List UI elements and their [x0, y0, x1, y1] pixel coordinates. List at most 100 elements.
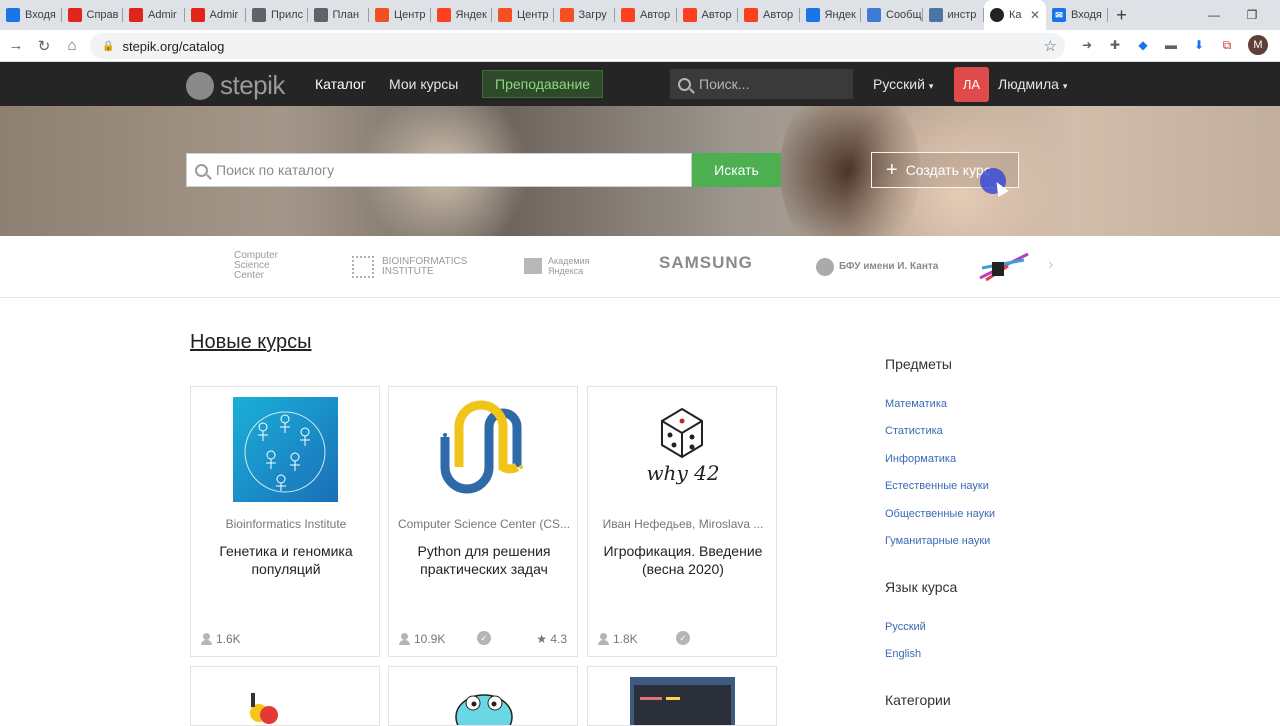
chevron-down-icon: ▾ — [928, 81, 934, 91]
puzzle-icon[interactable]: ✚ — [1106, 36, 1124, 54]
course-thumbnail — [233, 397, 338, 502]
browser-tab[interactable]: Прилс — [246, 0, 308, 30]
partners-next-icon[interactable]: › — [1048, 256, 1053, 274]
browser-tab[interactable]: Автор — [738, 0, 800, 30]
catalog-search-input[interactable]: Поиск по каталогу — [186, 153, 692, 187]
pdf-icon[interactable]: ⧉ — [1218, 36, 1236, 54]
why42-logo-text: why 42 — [646, 461, 720, 485]
course-author[interactable]: Computer Science Center (CS... — [389, 517, 579, 531]
lang-link-english[interactable]: English — [885, 648, 921, 660]
new-tab-button[interactable]: + — [1108, 0, 1136, 30]
lang-link-russian[interactable]: Русский — [885, 621, 926, 633]
course-title[interactable]: Python для решения практических задач — [389, 542, 579, 578]
subject-link-natural-sciences[interactable]: Естественные науки — [885, 480, 989, 492]
tab-active-stepik[interactable]: Ка ✕ — [984, 0, 1046, 30]
subjects-title: Предметы — [885, 356, 952, 372]
new-courses-title[interactable]: Новые курсы — [190, 331, 312, 354]
mail-icon — [6, 8, 20, 22]
rating-value: 4.3 — [550, 632, 567, 646]
subject-link-social-sciences[interactable]: Общественные науки — [885, 508, 995, 520]
subject-link-humanities[interactable]: Гуманитарные науки — [885, 535, 990, 547]
course-card[interactable] — [190, 666, 380, 726]
extension-icon[interactable]: ▬ — [1162, 36, 1180, 54]
search-button[interactable]: Искать — [692, 153, 781, 187]
user-menu[interactable]: Людмила ▾ — [998, 76, 1067, 92]
tab-label: Справ — [86, 9, 119, 21]
minimize-button[interactable]: — — [1194, 0, 1234, 30]
tab-label: Автор — [640, 9, 671, 21]
user-avatar[interactable]: ЛА — [954, 67, 989, 102]
url-text: stepik.org/catalog — [122, 38, 225, 54]
categories-title: Категории — [885, 692, 951, 708]
language-select[interactable]: Русский ▾ — [873, 76, 933, 92]
user-icon — [399, 633, 410, 645]
teach-button[interactable]: Преподавание — [482, 70, 604, 98]
partner-bfu-logo[interactable]: БФУ имени И. Канта — [816, 258, 938, 276]
browser-tab[interactable]: Яндек — [800, 0, 862, 30]
course-card[interactable]: Computer Science Center (CS... Python дл… — [388, 386, 578, 657]
logo-icon — [186, 71, 214, 100]
reload-icon[interactable]: ↻ — [30, 32, 58, 60]
stepik-logo[interactable]: stepik — [186, 70, 285, 101]
home-icon[interactable]: ⌂ — [58, 32, 86, 60]
tab-label: Прилс — [271, 9, 304, 21]
course-title[interactable]: Генетика и геномика популяций — [191, 542, 381, 578]
course-thumbnail — [250, 693, 278, 724]
certificate-icon: ✓ — [477, 631, 491, 645]
browser-tab[interactable]: План — [308, 0, 370, 30]
tab-label: Входя — [25, 9, 56, 21]
course-card[interactable] — [587, 666, 777, 726]
tab-label: Загру — [578, 9, 607, 21]
header-search-input[interactable]: Поиск... — [670, 69, 853, 99]
nav-my-courses[interactable]: Мои курсы — [389, 76, 458, 92]
yandex-icon — [436, 8, 451, 22]
partner-colorful-logo[interactable] — [978, 250, 1032, 287]
restore-button[interactable]: ❐ — [1232, 0, 1272, 30]
nav-catalog[interactable]: Каталог — [315, 76, 366, 92]
tab-label: Сообщ — [886, 9, 922, 21]
catalog-search-placeholder: Поиск по каталогу — [216, 162, 335, 178]
username-label: Людмила — [998, 76, 1059, 92]
back-button[interactable]: → — [2, 32, 30, 60]
browser-tab[interactable]: инстр — [923, 0, 985, 30]
subject-link-informatics[interactable]: Информатика — [885, 453, 956, 465]
profile-avatar[interactable]: M — [1248, 35, 1268, 55]
subject-link-statistics[interactable]: Статистика — [885, 425, 943, 437]
course-card[interactable] — [388, 666, 578, 726]
browser-tab[interactable]: Яндек — [431, 0, 493, 30]
partner-yandex-academy-logo[interactable]: Академия Яндекса — [524, 256, 598, 276]
browser-tab[interactable]: Автор — [615, 0, 677, 30]
close-tab-icon[interactable]: ✕ — [1030, 8, 1040, 22]
course-card[interactable]: Bioinformatics Institute Генетика и гено… — [190, 386, 380, 657]
browser-tab[interactable]: Admir — [185, 0, 247, 30]
extension-icon[interactable]: ➜ — [1078, 36, 1096, 54]
download-icon[interactable]: ⬇ — [1190, 36, 1208, 54]
course-card[interactable]: why 42 Иван Нефедьев, Miroslava ... Игро… — [587, 386, 777, 657]
browser-tab[interactable]: Справ — [62, 0, 124, 30]
tab-mail[interactable]: ✉ Входя — [1046, 0, 1108, 30]
browser-tab[interactable]: Сообщ — [861, 0, 923, 30]
browser-tab[interactable]: Загру — [554, 0, 616, 30]
browser-tab[interactable]: Центр — [369, 0, 431, 30]
browser-tab[interactable]: Admir — [123, 0, 185, 30]
partner-bioinformatics-logo[interactable]: BIOINFORMATICS INSTITUTE — [352, 256, 472, 278]
course-author[interactable]: Bioinformatics Institute — [191, 517, 381, 531]
tab-label: Ка — [1009, 9, 1022, 21]
tab-label: инстр — [947, 9, 977, 21]
yandex-icon — [682, 8, 697, 22]
course-title[interactable]: Игрофикация. Введение (весна 2020) — [588, 542, 778, 578]
partner-samsung-logo[interactable]: SAMSUNG — [659, 254, 753, 271]
address-bar[interactable]: 🔒 stepik.org/catalog ☆ — [90, 33, 1065, 59]
browser-tab[interactable]: Входя — [0, 0, 62, 30]
bookmark-star-icon[interactable]: ☆ — [1044, 37, 1057, 55]
globe-icon — [252, 8, 266, 22]
learners-count: 1.6K — [201, 632, 241, 646]
course-author[interactable]: Иван Нефедьев, Miroslava ... — [588, 517, 778, 531]
browser-tab[interactable]: Центр — [492, 0, 554, 30]
browser-tab[interactable]: Автор — [677, 0, 739, 30]
course-language-title: Язык курса — [885, 579, 958, 595]
subject-link-math[interactable]: Математика — [885, 398, 947, 410]
partner-logo-icon — [979, 252, 1029, 282]
extension-icon[interactable]: ◆ — [1134, 36, 1152, 54]
partner-csc-logo[interactable]: Computer Science Center — [234, 251, 294, 281]
